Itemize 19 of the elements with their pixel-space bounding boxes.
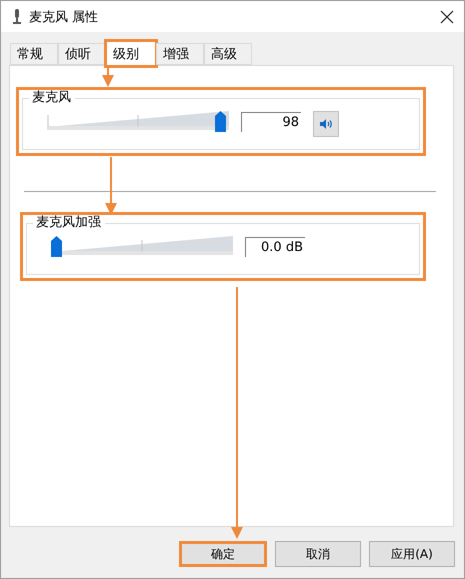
tab[interactable]: 高级 (204, 43, 252, 65)
value-field[interactable]: 0.0 dB (245, 237, 305, 257)
slider-thumb[interactable] (51, 236, 62, 257)
speaker-icon (319, 117, 333, 131)
dialog-button[interactable]: 确定 (179, 541, 267, 567)
mute-button[interactable] (313, 111, 339, 137)
tab[interactable]: 级别 (106, 41, 156, 66)
group-title: 麦克风 (29, 90, 75, 106)
slider-thumb[interactable] (214, 111, 226, 132)
group-title: 麦克风加强 (33, 215, 105, 231)
dialog-button[interactable]: 取消 (275, 541, 361, 567)
close-icon[interactable] (440, 10, 454, 24)
microphone-icon (13, 8, 21, 24)
tab[interactable]: 侦听 (58, 43, 106, 65)
value-field[interactable]: 98 (241, 112, 301, 132)
window-title: 麦克风 属性 (29, 8, 100, 26)
tab[interactable]: 增强 (156, 43, 204, 65)
dialog-button[interactable]: 应用(A) (369, 541, 455, 567)
tab[interactable]: 常规 (10, 43, 58, 65)
